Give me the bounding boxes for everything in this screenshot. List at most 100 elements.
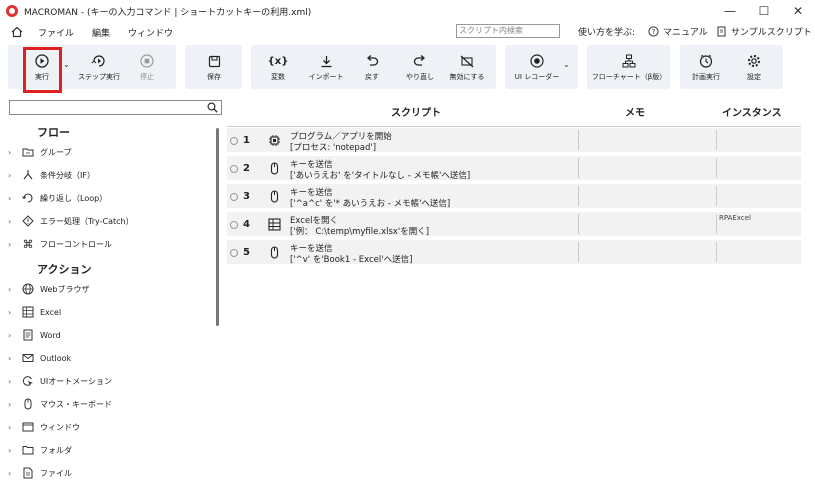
column-header-instance[interactable]: インスタンス: [722, 104, 782, 119]
left-panel-scrollbar[interactable]: [216, 128, 219, 326]
row-select-radio[interactable]: [230, 193, 238, 201]
step-run-button[interactable]: ステップ実行: [76, 45, 122, 89]
loop-icon: [21, 191, 35, 205]
recorder-dropdown-chevron-icon[interactable]: ⌄: [563, 60, 570, 69]
tree-item-folder[interactable]: › フォルダ: [6, 441, 214, 459]
row-divider: [578, 158, 579, 178]
variable-icon: {x}: [267, 55, 289, 67]
maximize-button[interactable]: ☐: [747, 0, 781, 22]
row-select-radio[interactable]: [230, 221, 238, 229]
menu-edit[interactable]: 編集: [92, 26, 110, 39]
tree-item-excel[interactable]: › Excel: [6, 303, 214, 321]
row-divider: [578, 130, 579, 150]
excel-icon: [21, 305, 35, 319]
row-select-radio[interactable]: [230, 165, 238, 173]
row-divider: [578, 242, 579, 262]
tree-item-outlook[interactable]: › Outlook: [6, 349, 214, 367]
chevron-right-icon: ›: [8, 376, 12, 386]
tree-item-mouse-keyboard[interactable]: › マウス・キーボード: [6, 395, 214, 413]
row-select-radio[interactable]: [230, 249, 238, 257]
undo-button[interactable]: 戻す: [357, 45, 387, 89]
redo-icon: [413, 55, 426, 66]
menu-window[interactable]: ウィンドウ: [128, 26, 173, 39]
close-button[interactable]: ✕: [781, 0, 815, 22]
row-number: 4: [243, 219, 250, 230]
save-button[interactable]: 保存: [198, 45, 230, 89]
window-icon: [21, 420, 35, 434]
column-header-script[interactable]: スクリプト: [391, 104, 441, 119]
command-panel: フロー › グループ › 条件分岐（IF） › 繰り返し（Loop） › エラー…: [6, 98, 222, 488]
home-icon[interactable]: [10, 25, 24, 39]
chevron-right-icon: ›: [8, 468, 12, 478]
tree-item-label: フォルダ: [40, 445, 72, 455]
table-row[interactable]: 5 キーを送信 ['^v' を'Book1 - Excel'へ送信]: [227, 240, 801, 266]
step-run-icon: [91, 55, 105, 67]
chevron-right-icon: ›: [8, 147, 12, 157]
chevron-right-icon: ›: [8, 239, 12, 249]
tree-item-window[interactable]: › ウィンドウ: [6, 418, 214, 436]
tree-item-word[interactable]: › Word: [6, 326, 214, 344]
tree-item-flow-control[interactable]: › ⌘ フローコントロール: [6, 235, 214, 253]
stop-icon: [140, 54, 154, 68]
schedule-button[interactable]: 計画実行: [688, 45, 724, 89]
learn-label: 使い方を学ぶ:: [578, 25, 635, 38]
header-divider: [227, 126, 801, 127]
manual-link[interactable]: ? マニュアル: [648, 25, 708, 38]
row-select-radio[interactable]: [230, 137, 238, 145]
save-icon: [208, 55, 220, 67]
tree-item-label: ウィンドウ: [40, 422, 80, 432]
chevron-right-icon: ›: [8, 307, 12, 317]
search-icon[interactable]: [207, 102, 218, 116]
chevron-right-icon: ›: [8, 353, 12, 363]
disable-button[interactable]: 無効にする: [446, 45, 488, 89]
tree-item-label: UIオートメーション: [40, 376, 113, 386]
command-search-input[interactable]: [9, 100, 222, 115]
undo-label: 戻す: [365, 73, 379, 81]
settings-button[interactable]: 設定: [738, 45, 770, 89]
tree-item-try-catch[interactable]: › エラー処理（Try-Catch）: [6, 212, 214, 230]
excel-icon: [267, 217, 281, 231]
step-run-label: ステップ実行: [78, 73, 120, 81]
tree-item-group[interactable]: › グループ: [6, 143, 214, 161]
run-dropdown-chevron-icon[interactable]: ⌄: [63, 60, 70, 69]
row-instance: RPAExcel: [719, 214, 751, 222]
stop-label: 停止: [140, 73, 154, 81]
sample-scripts-link[interactable]: サンプルスクリプト: [716, 25, 812, 38]
chevron-right-icon: ›: [8, 216, 12, 226]
table-row[interactable]: 2 キーを送信 ['あいうえお' を'タイトルなし - メモ帳'へ送信]: [227, 156, 801, 182]
tree-item-ui-automation[interactable]: › UIオートメーション: [6, 372, 214, 390]
ui-recorder-button[interactable]: UI レコーダー: [513, 45, 561, 89]
tree-item-file[interactable]: › ファイル: [6, 464, 214, 482]
action-section-title: アクション: [37, 263, 92, 276]
window-controls: — ☐ ✕: [713, 0, 815, 22]
row-divider: [578, 186, 579, 206]
row-divider: [716, 214, 717, 234]
tree-item-web-browser[interactable]: › Webブラウザ: [6, 280, 214, 298]
chevron-right-icon: ›: [8, 170, 12, 180]
import-button[interactable]: インポート: [304, 45, 348, 89]
table-row[interactable]: 1 プログラム／アプリを開始 [プロセス: 'notepad']: [227, 128, 801, 154]
redo-button[interactable]: やり直し: [401, 45, 439, 89]
minimize-button[interactable]: —: [713, 0, 747, 22]
window-title: MACROMAN - (キーの入力コマンド | ショートカットキーの利用.xml…: [24, 7, 312, 18]
variable-label: 変数: [271, 73, 285, 81]
mail-icon: [21, 351, 35, 365]
menu-file[interactable]: ファイル: [38, 26, 74, 39]
variable-button[interactable]: {x} 変数: [263, 45, 293, 89]
table-row[interactable]: 3 キーを送信 ['^a^c' を'* あいうえお - メモ帳'へ送信]: [227, 184, 801, 210]
row-command-detail: ['^v' を'Book1 - Excel'へ送信]: [290, 255, 413, 265]
schedule-label: 計画実行: [692, 73, 720, 81]
tree-item-if[interactable]: › 条件分岐（IF）: [6, 166, 214, 184]
tree-item-loop[interactable]: › 繰り返し（Loop）: [6, 189, 214, 207]
menu-bar: ファイル 編集 ウィンドウ スクリプト内検索 使い方を学ぶ: ? マニュアル サ…: [0, 22, 815, 42]
column-header-memo[interactable]: メモ: [625, 104, 645, 119]
table-row[interactable]: 4 Excelを開く ['例： C:\temp\myfile.xlsx'を開く]…: [227, 212, 801, 238]
row-command-detail: [プロセス: 'notepad']: [290, 143, 377, 153]
mouse-icon: [267, 161, 281, 175]
stop-button[interactable]: 停止: [132, 45, 162, 89]
chevron-right-icon: ›: [8, 445, 12, 455]
script-search-input[interactable]: スクリプト内検索: [456, 24, 560, 38]
flowchart-button[interactable]: フローチャート（β版）: [590, 45, 668, 89]
samples-label: サンプルスクリプト: [731, 28, 812, 38]
title-bar: MACROMAN - (キーの入力コマンド | ショートカットキーの利用.xml…: [0, 0, 815, 22]
